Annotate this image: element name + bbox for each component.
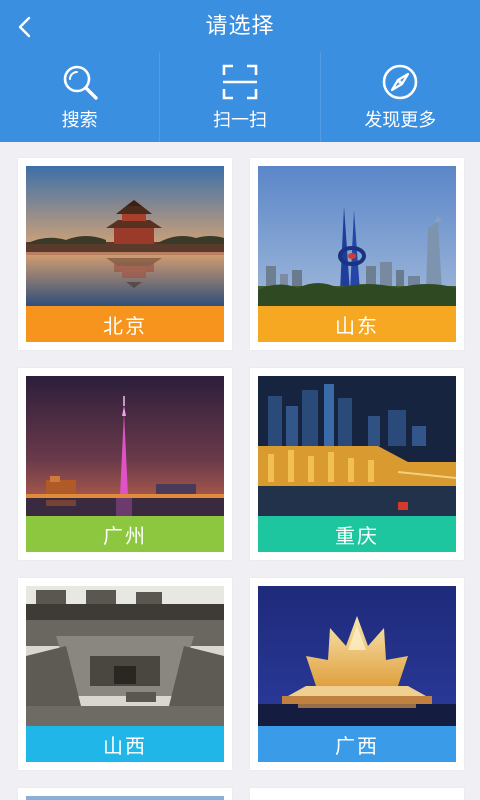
city-photo-guangzhou [26, 376, 224, 516]
search-button[interactable]: 搜索 [0, 52, 159, 142]
city-photo-chongqing [258, 376, 456, 516]
scan-label: 扫一扫 [212, 110, 267, 131]
city-label: 北京 [26, 306, 224, 342]
discover-more-button[interactable]: 发现更多 [319, 52, 480, 142]
page-title: 请选择 [205, 14, 275, 39]
city-photo-guangxi [258, 586, 456, 726]
search-label: 搜索 [61, 110, 98, 131]
top-bar: 请选择 搜索 扫一扫 发现更多 [0, 0, 480, 142]
action-bar: 搜索 扫一扫 发现更多 [0, 52, 480, 142]
city-label: 广州 [26, 516, 224, 552]
city-label: 广西 [258, 726, 456, 762]
city-card-partial[interactable] [250, 788, 464, 800]
compass-icon [383, 64, 418, 100]
city-card-chongqing[interactable]: 重庆 [250, 368, 464, 560]
scan-button[interactable]: 扫一扫 [159, 52, 319, 142]
city-label: 山西 [26, 726, 224, 762]
city-card-beijing[interactable]: 北京 [18, 158, 232, 350]
city-card-shandong[interactable]: 山东 [250, 158, 464, 350]
search-icon [63, 65, 98, 100]
city-grid: 北京 山东 广州 重庆 山西 广西 [0, 142, 480, 800]
city-photo-shanxi [26, 586, 224, 726]
city-label: 重庆 [258, 516, 456, 552]
city-photo-beijing [26, 166, 224, 306]
city-card-guangxi[interactable]: 广西 [250, 578, 464, 770]
discover-more-label: 发现更多 [364, 110, 437, 131]
scan-icon [222, 64, 258, 100]
city-card-partial[interactable] [18, 788, 232, 800]
city-card-shanxi[interactable]: 山西 [18, 578, 232, 770]
city-photo-partial [26, 796, 224, 800]
city-card-guangzhou[interactable]: 广州 [18, 368, 232, 560]
city-photo-shandong [258, 166, 456, 306]
city-label: 山东 [258, 306, 456, 342]
